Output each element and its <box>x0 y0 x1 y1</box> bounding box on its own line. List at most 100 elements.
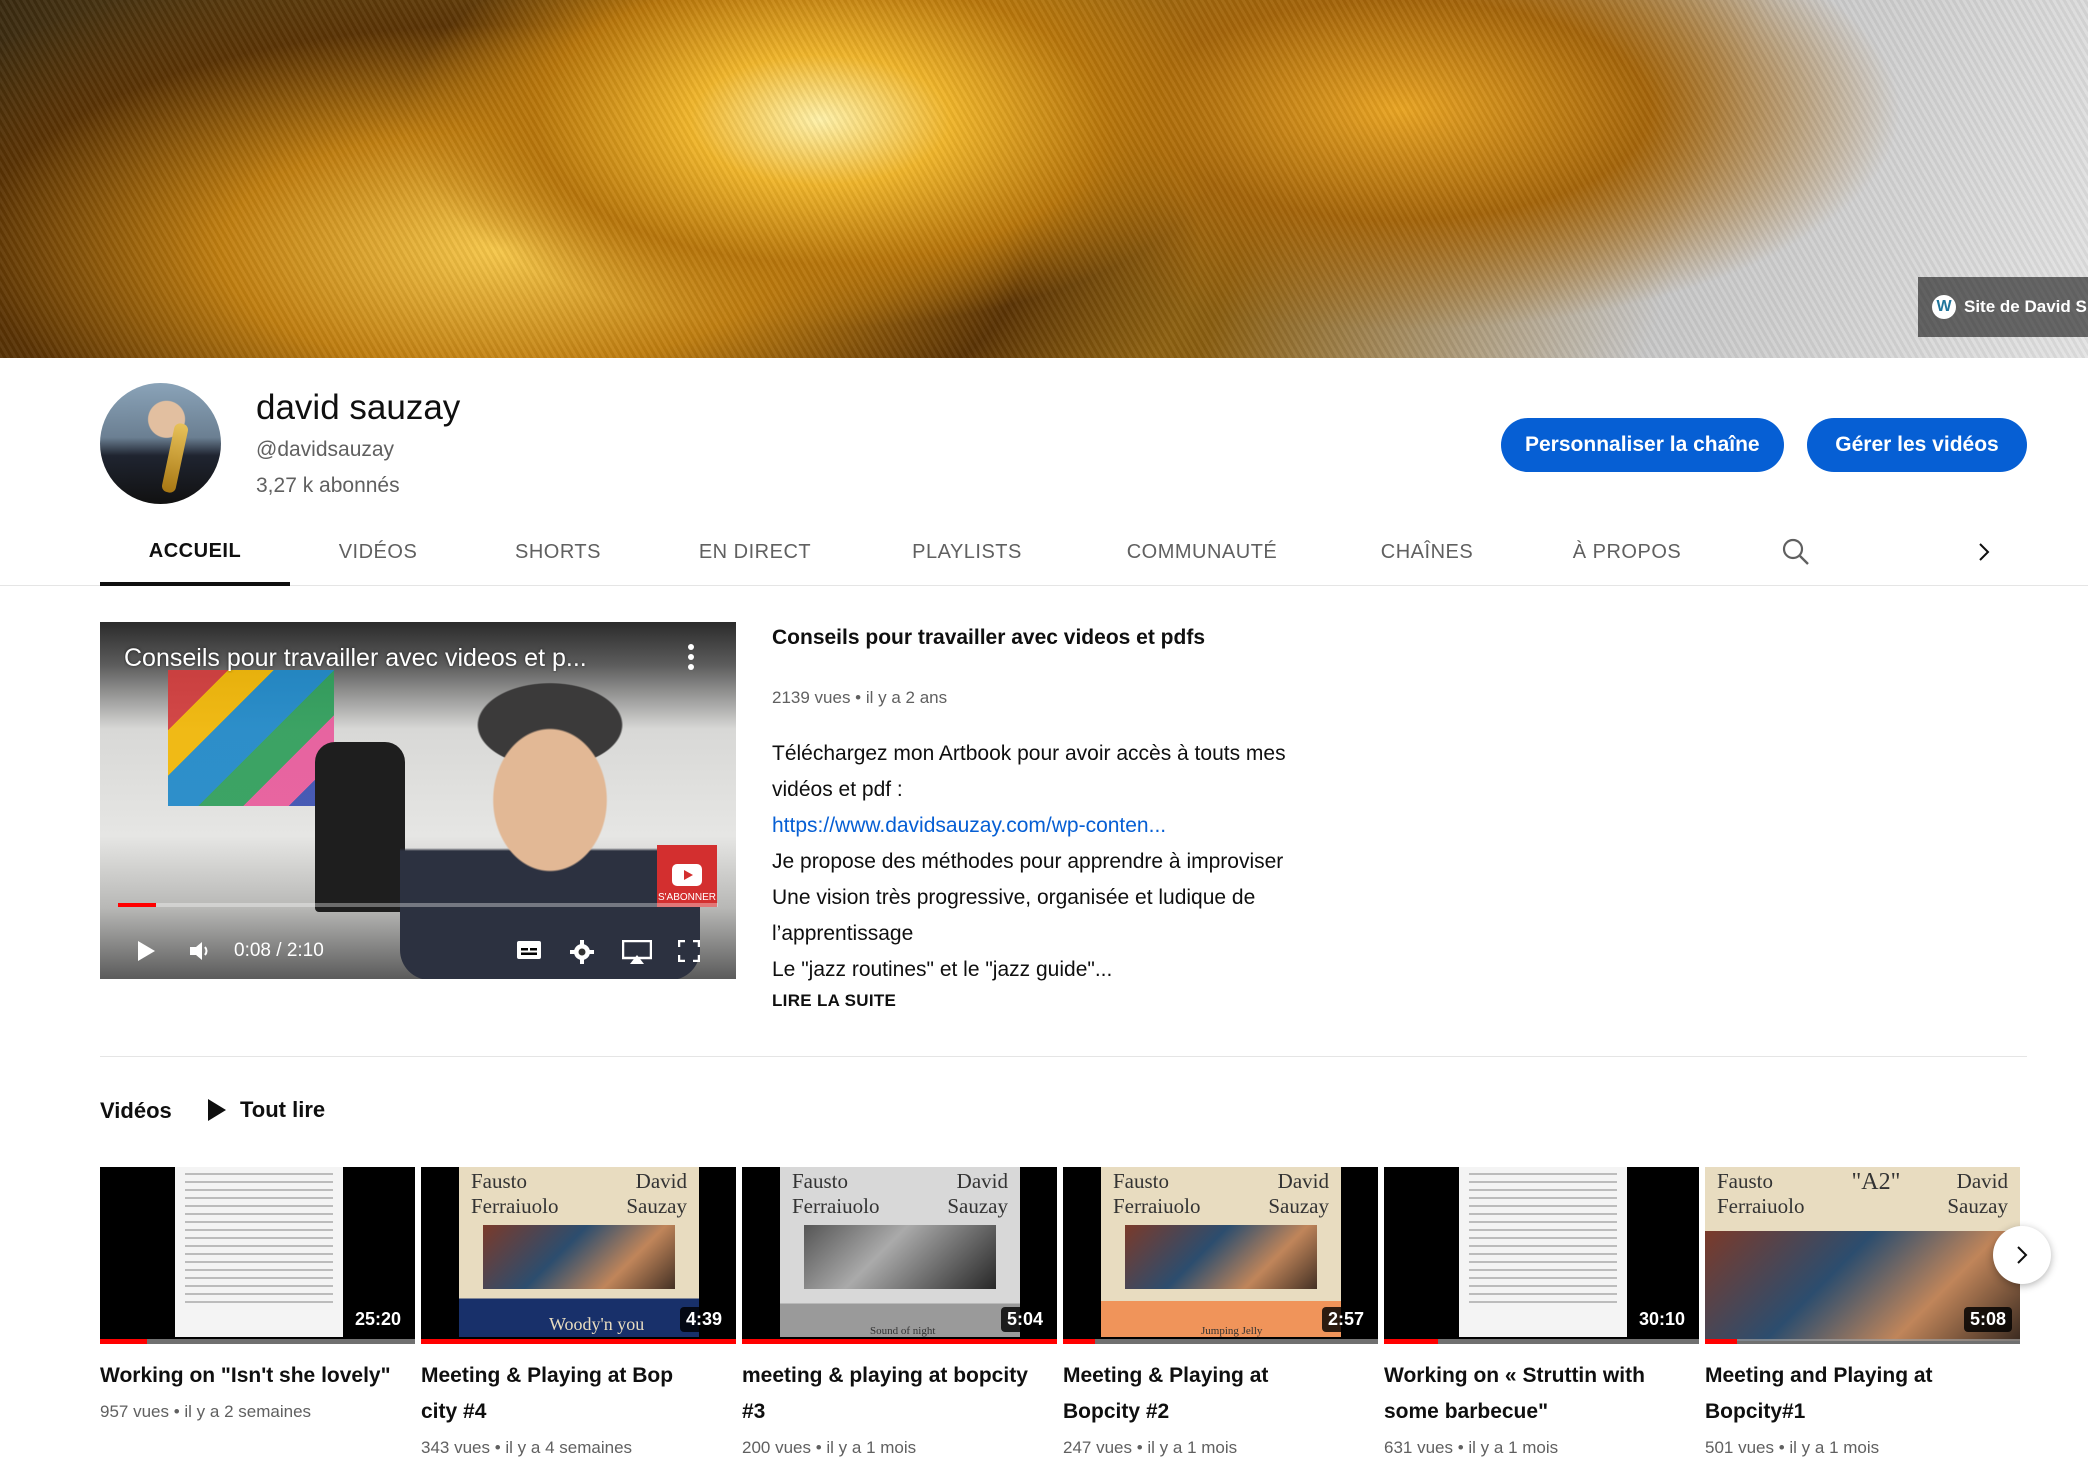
avatar[interactable] <box>100 383 221 504</box>
video-duration: 2:57 <box>1321 1307 1370 1332</box>
poster-name: Fausto <box>1113 1169 1170 1193</box>
painting-graphic <box>804 1225 996 1295</box>
video-meta: 200 vues • il y a 1 mois <box>742 1438 917 1457</box>
video-card[interactable]: Fausto Ferraiuolo David Sauzay Jumping Jell… <box>1063 1167 1378 1458</box>
video-views: 247 vues <box>1063 1438 1132 1457</box>
poster-name: Sauzay <box>626 1194 687 1218</box>
video-title[interactable]: Working on « Struttin with some barbecue" <box>1384 1358 1699 1430</box>
banner-texture <box>0 0 2088 358</box>
poster-caption: Jumping Jelly <box>1201 1325 1263 1337</box>
video-title[interactable]: Meeting and Playing at Bopcity#1 <box>1705 1358 2020 1430</box>
video-meta: 247 vues • il y a 1 mois <box>1063 1438 1238 1457</box>
tab-shorts[interactable]: SHORTS <box>466 520 650 585</box>
poster-caption: "A2" <box>1851 1169 1901 1195</box>
video-card[interactable]: 30:10 Working on « Struttin with some bar… <box>1384 1167 1699 1458</box>
poster-name: David <box>1277 1169 1329 1193</box>
poster-name: Fausto <box>471 1169 528 1193</box>
tab-a-propos[interactable]: À PROPOS <box>1524 520 1730 585</box>
search-icon[interactable] <box>1776 532 1816 572</box>
shelf-title[interactable]: Vidéos <box>100 1098 172 1124</box>
video-meta: 957 vues • il y a 2 semaines <box>100 1402 312 1421</box>
featured-age: il y a 2 ans <box>865 688 948 707</box>
video-card[interactable]: 25:20 Working on "Isn't she lovely" 957 … <box>100 1167 415 1422</box>
settings-gear-icon[interactable] <box>570 940 594 964</box>
video-card[interactable]: Fausto Ferraiuolo David Sauzay Sound of nig… <box>742 1167 1057 1458</box>
shelf-next-button[interactable] <box>1993 1226 2051 1284</box>
player-title[interactable]: Conseils pour travailler avec videos et … <box>124 644 644 673</box>
description-line: Je propose des méthodes pour apprendre à… <box>772 850 1284 873</box>
channel-name: david sauzay <box>256 388 461 427</box>
video-age: il y a 4 semaines <box>505 1438 633 1457</box>
subtitles-icon[interactable] <box>516 940 542 960</box>
poster-name: Fausto <box>792 1169 849 1193</box>
poster-name: David <box>635 1169 687 1193</box>
video-thumbnail[interactable]: Fausto Ferraiuolo "A2" David Sauzay 5:08 <box>1705 1167 2020 1344</box>
description-line: l’apprentissage <box>772 922 914 945</box>
watch-progress <box>421 1339 736 1344</box>
video-age: il y a 1 mois <box>1468 1438 1559 1457</box>
concert-poster-graphic: Fausto Ferraiuolo David Sauzay Jumping Jell… <box>1101 1167 1341 1337</box>
tab-accueil[interactable]: ACCUEIL <box>100 520 290 586</box>
banner-link[interactable]: W Site de David S <box>1918 277 2088 337</box>
concert-poster-graphic: Fausto Ferraiuolo David Sauzay Woody'n you <box>459 1167 699 1337</box>
poster-name: Ferraiuolo <box>1717 1194 1805 1218</box>
customize-channel-button[interactable]: Personnaliser la chaîne <box>1501 418 1784 472</box>
play-icon <box>208 1099 226 1121</box>
video-thumbnail[interactable]: Fausto Ferraiuolo David Sauzay Woody'n you … <box>421 1167 736 1344</box>
video-title[interactable]: Meeting & Playing at Bop city #4 <box>421 1358 736 1430</box>
subscribe-watermark[interactable]: S'ABONNER <box>657 845 717 907</box>
concert-poster-graphic: Fausto Ferraiuolo David Sauzay Sound of nig… <box>780 1167 1020 1337</box>
featured-video-title[interactable]: Conseils pour travailler avec videos et … <box>772 626 1205 650</box>
channel-banner: W Site de David S <box>0 0 2088 358</box>
play-icon[interactable] <box>136 940 156 962</box>
subscribe-watermark-label: S'ABONNER <box>657 892 717 903</box>
read-more-button[interactable]: LIRE LA SUITE <box>772 991 896 1011</box>
video-card[interactable]: Fausto Ferraiuolo "A2" David Sauzay 5:08 Mee… <box>1705 1167 2020 1458</box>
watch-progress <box>742 1339 1057 1344</box>
poster-name-right: David Sauzay <box>626 1169 687 1219</box>
video-title-line: Meeting & Playing at Bop <box>421 1364 674 1387</box>
video-title[interactable]: Working on "Isn't she lovely" <box>100 1358 415 1394</box>
fullscreen-icon[interactable] <box>678 940 700 962</box>
play-all-label: Tout lire <box>240 1097 326 1122</box>
video-thumbnail[interactable]: 30:10 <box>1384 1167 1699 1344</box>
tab-chaines[interactable]: CHAÎNES <box>1330 520 1524 585</box>
featured-video-player[interactable]: Conseils pour travailler avec videos et … <box>100 622 736 979</box>
jazz-book-poster <box>168 670 334 806</box>
tab-videos[interactable]: VIDÉOS <box>290 520 466 585</box>
watch-progress <box>100 1339 148 1344</box>
video-card[interactable]: Fausto Ferraiuolo David Sauzay Woody'n you … <box>421 1167 736 1458</box>
video-duration: 30:10 <box>1632 1307 1691 1332</box>
wordpress-icon: W <box>1932 295 1956 319</box>
video-title[interactable]: meeting & playing at bopcity #3 <box>742 1358 1057 1430</box>
watch-progress <box>1063 1339 1095 1344</box>
play-all-button[interactable]: Tout lire <box>208 1097 325 1123</box>
more-vert-icon[interactable] <box>688 644 696 670</box>
tab-playlists[interactable]: PLAYLISTS <box>860 520 1074 585</box>
video-views: 501 vues <box>1705 1438 1774 1457</box>
player-progress-bar[interactable] <box>118 903 718 907</box>
section-divider <box>100 1056 2027 1057</box>
video-title-line: Working on "Isn't she lovely" <box>100 1364 391 1387</box>
video-views: 957 vues <box>100 1402 169 1421</box>
airplay-icon[interactable] <box>622 940 652 964</box>
video-age: il y a 2 semaines <box>184 1402 312 1421</box>
manage-videos-button[interactable]: Gérer les vidéos <box>1807 418 2027 472</box>
video-title-line: Bopcity #2 <box>1063 1400 1170 1423</box>
video-thumbnail[interactable]: 25:20 <box>100 1167 415 1344</box>
poster-name-left: Fausto Ferraiuolo <box>471 1169 558 1219</box>
tab-en-direct[interactable]: EN DIRECT <box>650 520 860 585</box>
video-title[interactable]: Meeting & Playing at Bopcity #2 <box>1063 1358 1378 1430</box>
poster-name: David <box>956 1169 1008 1193</box>
poster-name: Sauzay <box>947 1194 1008 1218</box>
saxophone-graphic <box>160 422 190 494</box>
poster-name: Fausto <box>1717 1169 1774 1193</box>
channel-tabs: ACCUEIL VIDÉOS SHORTS EN DIRECT PLAYLIST… <box>0 520 2088 586</box>
description-link[interactable]: https://www.davidsauzay.com/wp-conten... <box>772 808 1342 844</box>
tab-communaute[interactable]: COMMUNAUTÉ <box>1074 520 1330 585</box>
presenter-graphic <box>400 680 700 979</box>
chevron-right-icon[interactable] <box>1964 532 2004 572</box>
video-thumbnail[interactable]: Fausto Ferraiuolo David Sauzay Jumping Jell… <box>1063 1167 1378 1344</box>
video-thumbnail[interactable]: Fausto Ferraiuolo David Sauzay Sound of nig… <box>742 1167 1057 1344</box>
volume-icon[interactable] <box>188 940 212 962</box>
